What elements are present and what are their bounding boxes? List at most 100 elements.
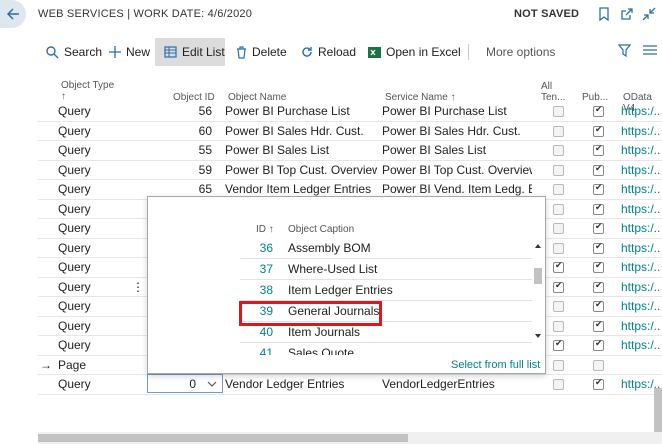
all-tenants-checkbox[interactable] [553, 242, 564, 254]
odata-link[interactable]: https:/... [621, 161, 661, 180]
odata-link[interactable]: https:/... [621, 336, 661, 355]
service-name-cell[interactable]: VendorLedgerEntries [382, 375, 532, 394]
published-checkbox[interactable] [593, 143, 604, 156]
chevron-down-icon[interactable] [207, 380, 217, 388]
service-name-cell[interactable]: Power BI Top Cust. Overview [382, 161, 532, 180]
filter-icon[interactable] [618, 44, 631, 57]
published-checkbox[interactable] [593, 163, 604, 176]
published-checkbox[interactable] [593, 182, 604, 195]
odata-link[interactable]: https:/... [621, 278, 661, 297]
all-tenants-checkbox[interactable] [553, 164, 564, 176]
row-actions-icon[interactable]: ⋮ [132, 278, 144, 297]
object-type-cell[interactable]: Query [58, 141, 128, 160]
object-name-cell[interactable]: Power BI Purchase List [225, 102, 377, 121]
lookup-item[interactable]: 36 Assembly BOM [240, 238, 532, 259]
object-name-cell[interactable]: Power BI Sales List [225, 141, 377, 160]
all-tenants-checkbox[interactable] [553, 260, 564, 273]
object-type-cell[interactable]: Query [58, 336, 128, 355]
reload-button[interactable]: Reload [301, 38, 356, 66]
service-name-cell[interactable]: Power BI Purchase List [382, 102, 532, 121]
all-tenants-checkbox[interactable] [553, 379, 564, 390]
object-type-cell[interactable]: Query [58, 258, 128, 277]
object-type-cell[interactable]: Page [58, 356, 128, 375]
edit-list-button[interactable]: Edit List [155, 38, 225, 66]
object-type-cell[interactable]: Query [58, 297, 128, 316]
published-checkbox[interactable] [593, 104, 604, 117]
all-tenants-checkbox[interactable] [553, 203, 564, 215]
all-tenants-checkbox[interactable] [553, 145, 564, 156]
open-new-window-icon[interactable] [619, 6, 635, 22]
delete-button[interactable]: Delete [236, 38, 287, 66]
object-name-cell[interactable]: Power BI Sales Hdr. Cust. [225, 122, 377, 141]
table-row[interactable]: Query 56 Power BI Purchase List Power BI Pu… [38, 102, 662, 122]
vertical-scrollbar[interactable] [654, 388, 662, 432]
all-tenants-checkbox[interactable] [553, 280, 564, 293]
published-checkbox[interactable] [593, 280, 604, 293]
all-tenants-checkbox[interactable] [553, 125, 564, 137]
odata-link[interactable]: https:/... [621, 297, 661, 316]
odata-link[interactable]: https:/... [621, 180, 661, 199]
object-type-cell[interactable]: Query [58, 317, 128, 336]
lookup-col-caption[interactable]: Object Caption [288, 224, 354, 235]
odata-link[interactable]: https:/... [621, 219, 661, 238]
object-type-cell[interactable]: Query [58, 219, 128, 238]
col-all-tenants[interactable]: All Ten... [541, 81, 569, 103]
published-checkbox[interactable] [593, 359, 604, 371]
more-options-button[interactable]: More options [486, 38, 555, 66]
lookup-scrollbar[interactable] [533, 240, 543, 340]
all-tenants-checkbox[interactable] [553, 223, 564, 234]
list-view-icon[interactable] [643, 44, 657, 57]
object-type-cell[interactable]: Query [58, 200, 128, 219]
service-name-cell[interactable]: Power BI Sales List [382, 141, 532, 160]
table-row[interactable]: Query 55 Power BI Sales List Power BI Sales… [38, 141, 662, 161]
object-type-cell[interactable]: Query [58, 122, 128, 141]
odata-link[interactable]: https:/... [621, 239, 661, 258]
object-id-editor[interactable]: 0 [147, 374, 223, 393]
bookmark-icon[interactable] [596, 6, 612, 22]
odata-link[interactable]: https:/... [621, 200, 661, 219]
lookup-col-id[interactable]: ID ↑ [256, 224, 274, 235]
published-checkbox[interactable] [593, 124, 604, 137]
published-checkbox[interactable] [593, 338, 604, 351]
published-checkbox[interactable] [593, 241, 604, 254]
col-object-type[interactable]: Object Type ↑ [61, 80, 114, 102]
object-id-cell[interactable]: 60 [168, 122, 212, 141]
odata-link[interactable]: https:/... [621, 258, 661, 277]
collapse-icon[interactable] [641, 6, 657, 22]
all-tenants-checkbox[interactable] [553, 301, 564, 312]
lookup-item[interactable]: 38 Item Ledger Entries [240, 280, 532, 301]
odata-link[interactable]: https:/... [621, 141, 661, 160]
object-type-cell[interactable]: Query [58, 180, 128, 199]
odata-link[interactable]: https:/... [621, 122, 661, 141]
published-checkbox[interactable] [593, 221, 604, 234]
odata-link[interactable]: https:/... [621, 102, 661, 121]
horizontal-scrollbar[interactable] [38, 432, 662, 444]
new-button[interactable]: New [109, 38, 150, 66]
object-type-cell[interactable]: Query [58, 102, 128, 121]
published-checkbox[interactable] [593, 319, 604, 332]
table-row[interactable]: Query 60 Power BI Sales Hdr. Cust. Power BI… [38, 122, 662, 141]
table-row[interactable]: Query263Vendor Ledger EntriesVendorLedge… [38, 375, 662, 395]
published-checkbox[interactable] [593, 299, 604, 312]
published-checkbox[interactable] [593, 202, 604, 215]
object-id-cell[interactable]: 56 [168, 102, 212, 121]
all-tenants-checkbox[interactable] [553, 320, 564, 332]
object-name-cell[interactable]: Vendor Ledger Entries [225, 375, 377, 394]
all-tenants-checkbox[interactable] [553, 338, 564, 351]
published-checkbox[interactable] [593, 260, 604, 273]
search-button[interactable]: Search [46, 38, 102, 66]
object-type-cell[interactable]: Query [58, 278, 128, 297]
object-id-cell[interactable]: 59 [168, 161, 212, 180]
odata-link[interactable] [621, 356, 661, 375]
all-tenants-checkbox[interactable] [553, 184, 564, 195]
object-type-cell[interactable]: Query [58, 239, 128, 258]
object-type-cell[interactable]: Query [58, 375, 128, 394]
odata-link[interactable]: https:/... [621, 317, 661, 336]
published-checkbox[interactable] [593, 377, 604, 390]
service-name-cell[interactable]: Power BI Sales Hdr. Cust. [382, 122, 532, 141]
back-button[interactable] [0, 0, 26, 28]
all-tenants-checkbox[interactable] [553, 106, 564, 117]
select-from-full-list-link[interactable]: Select from full list [451, 359, 540, 371]
open-in-excel-button[interactable]: Open in Excel [368, 38, 461, 66]
object-name-cell[interactable]: Power BI Top Cust. Overview [225, 161, 377, 180]
